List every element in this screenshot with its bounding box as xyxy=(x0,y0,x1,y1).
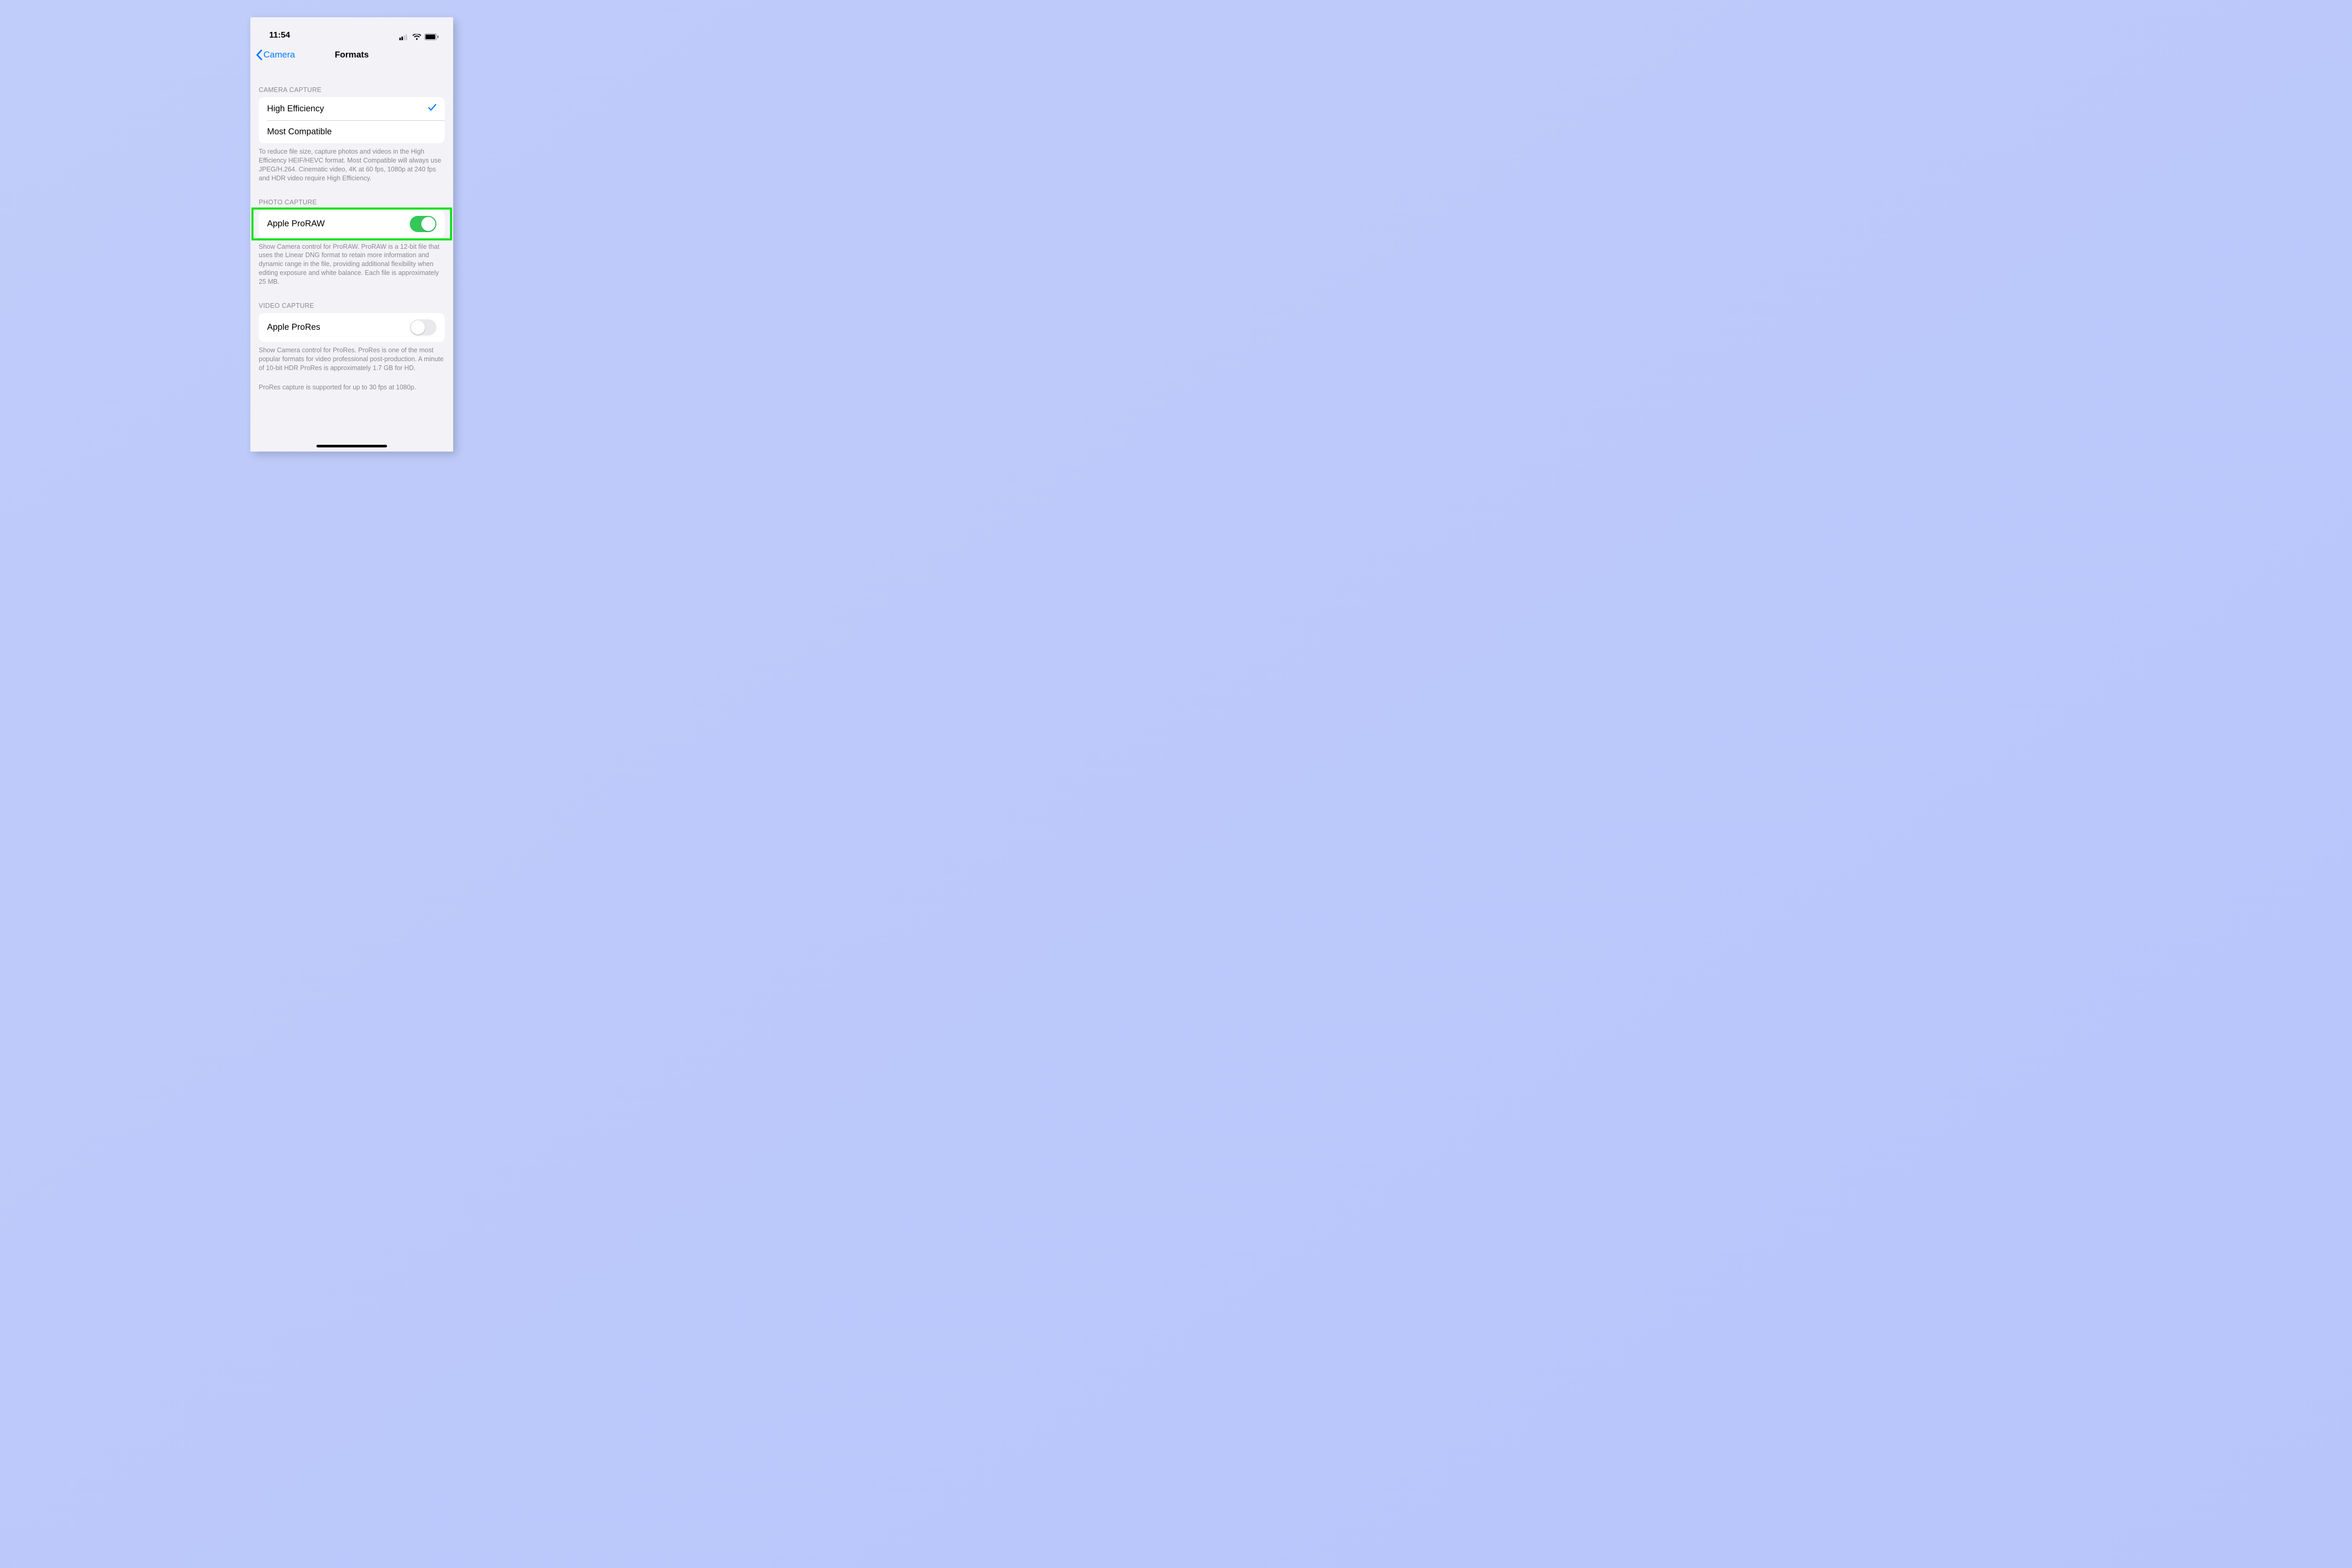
toggle-apple-proraw[interactable] xyxy=(410,216,436,232)
group-photo-capture: Apple ProRAW xyxy=(259,210,445,238)
row-label: Apple ProRes xyxy=(267,322,320,332)
row-apple-prores[interactable]: Apple ProRes xyxy=(259,313,445,342)
section-header-video-capture: VIDEO CAPTURE xyxy=(250,302,453,309)
home-indicator[interactable] xyxy=(317,445,387,447)
footer-video-capture-2: ProRes capture is supported for up to 30… xyxy=(250,379,453,392)
row-apple-proraw[interactable]: Apple ProRAW xyxy=(259,210,445,238)
status-icons xyxy=(399,33,439,40)
chevron-left-icon xyxy=(256,50,262,60)
nav-bar: Camera Formats xyxy=(250,43,453,66)
group-camera-capture: High Efficiency Most Compatible xyxy=(259,97,445,143)
wifi-icon xyxy=(412,34,421,40)
option-label: Most Compatible xyxy=(267,127,332,137)
option-high-efficiency[interactable]: High Efficiency xyxy=(259,97,445,120)
footer-video-capture: Show Camera control for ProRes. ProRes i… xyxy=(250,342,453,373)
checkmark-icon xyxy=(428,103,436,114)
toggle-apple-prores[interactable] xyxy=(410,319,436,336)
section-header-camera-capture: CAMERA CAPTURE xyxy=(250,86,453,94)
back-label: Camera xyxy=(263,50,295,60)
section-header-photo-capture: PHOTO CAPTURE xyxy=(250,199,453,206)
back-button[interactable]: Camera xyxy=(256,50,295,60)
group-video-capture: Apple ProRes xyxy=(259,313,445,342)
option-label: High Efficiency xyxy=(267,104,324,114)
status-time: 11:54 xyxy=(269,31,290,40)
footer-photo-capture: Show Camera control for ProRAW. ProRAW i… xyxy=(250,238,453,286)
status-bar: 11:54 xyxy=(250,17,453,40)
row-label: Apple ProRAW xyxy=(267,219,325,229)
cellular-icon xyxy=(399,34,409,40)
option-most-compatible[interactable]: Most Compatible xyxy=(267,120,445,143)
footer-camera-capture: To reduce file size, capture photos and … xyxy=(250,143,453,183)
phone-frame: 11:54 xyxy=(250,17,453,452)
battery-icon xyxy=(424,33,439,40)
